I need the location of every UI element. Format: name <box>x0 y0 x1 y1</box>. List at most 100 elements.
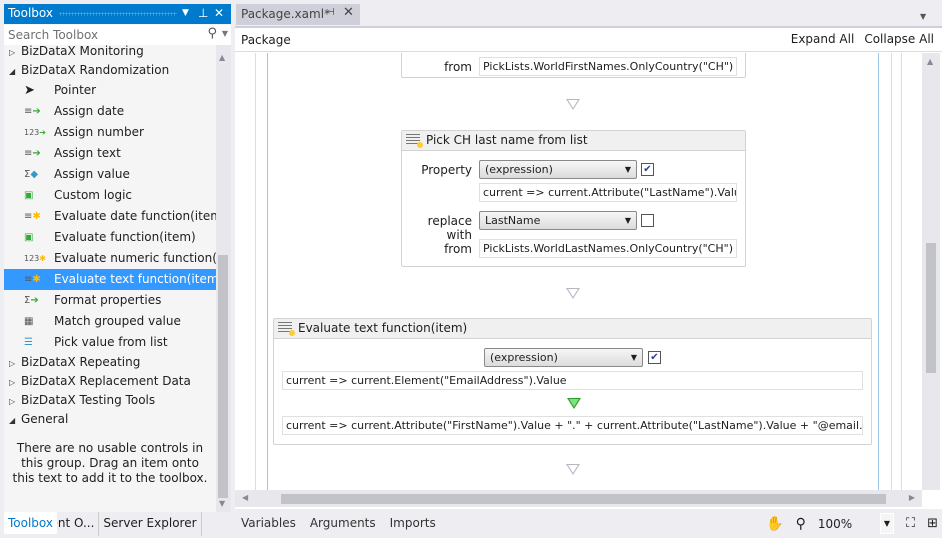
group-replacement-data[interactable]: ▷ BizDataX Replacement Data <box>4 372 216 391</box>
item-label: Evaluate date function(item) <box>54 209 216 223</box>
connector-arrow-icon <box>566 464 580 475</box>
item-label: Evaluate text function(item) <box>54 272 216 286</box>
search-icon[interactable]: ⚲ <box>207 26 217 41</box>
dropdown-icon[interactable]: ▼ <box>182 8 189 18</box>
close-tab-icon[interactable]: ✕ <box>343 5 354 20</box>
assign-value-icon: Σ◆ <box>24 169 39 180</box>
collapse-all-button[interactable]: Collapse All <box>864 32 934 46</box>
from-input[interactable]: PickLists.WorldLastNames.OnlyCountry("CH… <box>479 239 737 258</box>
workflow-designer: Package Expand All Collapse All from Pic… <box>235 26 942 509</box>
group-label: BizDataX Replacement Data <box>21 374 191 388</box>
activity-title: Evaluate text function(item) <box>298 321 468 335</box>
overview-map-icon[interactable]: ⊞ <box>927 516 938 531</box>
activity-evaluate-text[interactable]: Evaluate text function(item) (expression… <box>273 318 872 445</box>
pin-icon[interactable]: ⊥ <box>198 6 208 20</box>
zoom-icon[interactable]: ⚲ <box>796 516 806 532</box>
property-checkbox[interactable]: ✔ <box>641 163 654 176</box>
toolbox-item-assign-date[interactable]: ≡➔ Assign date <box>4 101 216 122</box>
group-testing-tools[interactable]: ▷ BizDataX Testing Tools <box>4 391 216 410</box>
tab-label: Package.xaml* <box>241 7 331 21</box>
pick-list-icon <box>406 134 423 148</box>
toolbox-item-evaluate-function[interactable]: ▣ Evaluate function(item) <box>4 227 216 248</box>
zoom-dropdown-icon[interactable]: ▼ <box>879 513 894 534</box>
pin-icon[interactable]: ⊣ <box>326 7 335 18</box>
scroll-up-icon[interactable]: ▲ <box>927 57 933 66</box>
format-properties-icon: Σ➔ <box>24 295 39 306</box>
from-label: from <box>444 242 472 256</box>
close-icon[interactable]: ✕ <box>214 6 224 20</box>
variables-button[interactable]: Variables <box>241 516 296 530</box>
document-tab[interactable]: Package.xaml* ⊣ ✕ <box>236 4 360 25</box>
scroll-right-icon[interactable]: ▶ <box>909 493 915 502</box>
toolbox-item-evaluate-text[interactable]: ≡✱ Evaluate text function(item) <box>4 269 216 290</box>
tab-server-explorer[interactable]: Server Explorer <box>99 512 202 536</box>
scrollbar-thumb[interactable] <box>281 494 886 504</box>
designer-header: Package Expand All Collapse All <box>235 28 942 52</box>
scrollbar-thumb[interactable] <box>926 243 936 373</box>
tab-toolbox[interactable]: Toolbox <box>4 512 57 534</box>
scrollbar-thumb[interactable] <box>218 255 228 498</box>
expand-all-button[interactable]: Expand All <box>791 32 855 46</box>
empty-group-message[interactable]: There are no usable controls in this gro… <box>4 429 216 486</box>
activity-pick-first-name[interactable]: from PickLists.WorldFirstNames.OnlyCount… <box>401 53 746 78</box>
group-monitoring[interactable]: ▷ BizDataX Monitoring <box>4 42 216 61</box>
scroll-down-icon[interactable]: ▼ <box>219 499 225 508</box>
scroll-left-icon[interactable]: ◀ <box>242 493 248 502</box>
replace-with-select[interactable]: LastName <box>479 211 637 230</box>
item-label: Custom logic <box>54 188 133 202</box>
zoom-level[interactable]: 100% <box>818 517 868 531</box>
toolbox-item-pick-list[interactable]: ☰ Pick value from list <box>4 332 216 353</box>
group-repeating[interactable]: ▷ BizDataX Repeating <box>4 353 216 372</box>
designer-vertical-scrollbar[interactable]: ▲ <box>922 53 940 490</box>
toolbox-list: ▷ BizDataX Monitoring ◢ BizDataX Randomiza… <box>4 42 216 509</box>
tab-list-dropdown-icon[interactable]: ▼ <box>920 12 926 21</box>
imports-button[interactable]: Imports <box>390 516 436 530</box>
activity-pick-last-name[interactable]: Pick CH last name from list Property (ex… <box>401 130 746 267</box>
designer-horizontal-scrollbar[interactable]: ◀ ▶ <box>235 490 922 507</box>
property-expression-input[interactable]: current => current.Attribute("LastName")… <box>479 183 737 202</box>
breadcrumb[interactable]: Package <box>241 33 291 47</box>
scroll-up-icon[interactable]: ▲ <box>219 53 225 62</box>
expression-select[interactable]: (expression) <box>484 348 643 367</box>
evaluate-numeric-icon: 123✱ <box>24 254 46 263</box>
replace-with-label: replace with <box>427 214 472 242</box>
panel-tabs: Document O... Server Explorer Toolbox <box>4 512 231 536</box>
toolbox-item-format-properties[interactable]: Σ➔ Format properties <box>4 290 216 311</box>
fit-to-screen-icon[interactable]: ⛶ <box>906 516 915 531</box>
assign-text-icon: ≡➔ <box>24 148 41 159</box>
item-label: Pointer <box>54 83 97 97</box>
replace-with-checkbox[interactable] <box>641 214 654 227</box>
toolbox-scrollbar[interactable]: ▲ ▼ <box>216 45 231 512</box>
from-input[interactable]: PickLists.WorldFirstNames.OnlyCountry("C… <box>479 57 737 76</box>
arguments-button[interactable]: Arguments <box>310 516 376 530</box>
item-label: Assign value <box>54 167 130 181</box>
green-arrow-icon <box>567 398 581 409</box>
activity-header[interactable]: Pick CH last name from list <box>402 131 745 151</box>
from-label: from <box>444 60 472 74</box>
output-expression[interactable]: current => current.Attribute("FirstName"… <box>282 416 863 435</box>
expression-checkbox[interactable]: ✔ <box>648 351 661 364</box>
toolbox-item-evaluate-numeric[interactable]: 123✱ Evaluate numeric function(i... <box>4 248 216 269</box>
item-label: Match grouped value <box>54 314 181 328</box>
toolbox-item-assign-value[interactable]: Σ◆ Assign value <box>4 164 216 185</box>
toolbox-item-custom-logic[interactable]: ▣ Custom logic <box>4 185 216 206</box>
toolbox-item-match-grouped[interactable]: ▦ Match grouped value <box>4 311 216 332</box>
designer-canvas: from PickLists.WorldFirstNames.OnlyCount… <box>235 53 922 490</box>
expand-icon: ▷ <box>9 378 16 387</box>
activity-title: Pick CH last name from list <box>426 133 588 147</box>
activity-header[interactable]: Evaluate text function(item) <box>274 319 871 339</box>
group-general[interactable]: ◢ General <box>4 410 216 429</box>
toolbox-item-assign-text[interactable]: ≡➔ Assign text <box>4 143 216 164</box>
input-expression[interactable]: current => current.Element("EmailAddress… <box>282 371 863 390</box>
property-select[interactable]: (expression) <box>479 160 637 179</box>
pan-hand-icon[interactable]: ✋ <box>766 516 783 532</box>
pointer-icon: ➤ <box>24 83 35 98</box>
group-label: BizDataX Testing Tools <box>21 393 156 407</box>
designer-footer: Variables Arguments Imports ✋ ⚲ 100% ▼ ⛶… <box>235 510 942 536</box>
toolbox-item-assign-number[interactable]: 123➔ Assign number <box>4 122 216 143</box>
toolbox-item-pointer[interactable]: ➤ Pointer <box>4 80 216 101</box>
item-label: Format properties <box>54 293 162 307</box>
group-randomization[interactable]: ◢ BizDataX Randomization <box>4 61 216 80</box>
search-options-icon[interactable]: ▼ <box>222 29 228 38</box>
toolbox-item-evaluate-date[interactable]: ≡✱ Evaluate date function(item) <box>4 206 216 227</box>
